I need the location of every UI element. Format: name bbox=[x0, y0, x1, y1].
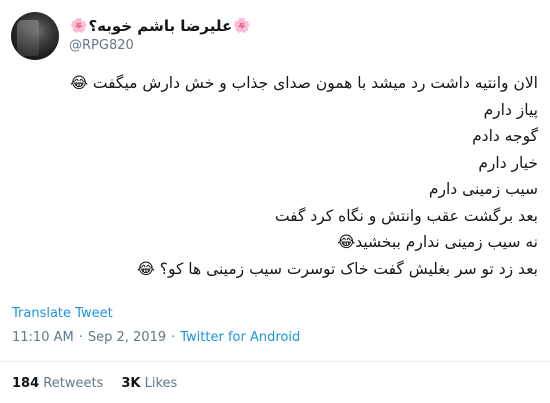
flower-icon: 🌸 bbox=[233, 18, 251, 34]
retweets-label: Retweets bbox=[43, 376, 104, 391]
tweet-header: 🌸 علیرضا باشم خوبه؟ 🌸 @RPG820 bbox=[11, 10, 541, 62]
tweet-meta: 11:10 AM · Sep 2, 2019 · Twitter for And… bbox=[12, 330, 300, 345]
tweet-line: نه سیب زمینی ندارم ببخشید😂 bbox=[337, 233, 538, 251]
display-name[interactable]: علیرضا باشم خوبه؟ bbox=[88, 17, 232, 36]
user-handle[interactable]: @RPG820 bbox=[69, 37, 252, 55]
tweet-line: بعد زد تو سر بغلیش گفت خاک توسرت سیب زمی… bbox=[136, 259, 538, 278]
likes-label: Likes bbox=[144, 376, 178, 391]
tweet-line: سیب زمینی دارم bbox=[428, 180, 538, 198]
avatar[interactable] bbox=[11, 12, 59, 60]
user-info: 🌸 علیرضا باشم خوبه؟ 🌸 @RPG820 bbox=[69, 17, 252, 55]
likes-count: 3K bbox=[121, 376, 141, 391]
tweet-line: الان وانتیه داشت رد میشد با همون صدای جذ… bbox=[69, 74, 538, 92]
tweet-stats: 184 Retweets 3K Likes bbox=[12, 376, 177, 391]
tweet-line: بعد برگشت عقب وانتش و نگاه کرد گفت bbox=[274, 206, 538, 225]
divider bbox=[0, 361, 550, 362]
flower-icon: 🌸 bbox=[70, 18, 88, 34]
tweet-line: گوجه دادم bbox=[472, 127, 538, 145]
display-name-row[interactable]: 🌸 علیرضا باشم خوبه؟ 🌸 bbox=[69, 17, 252, 36]
tweet-source-link[interactable]: Twitter for Android bbox=[180, 330, 300, 345]
tweet-date[interactable]: Sep 2, 2019 bbox=[88, 330, 166, 345]
meta-separator: · bbox=[171, 330, 176, 345]
likes-stat[interactable]: 3K Likes bbox=[121, 376, 177, 391]
tweet-line: پیاز دارم bbox=[483, 100, 538, 119]
retweets-stat[interactable]: 184 Retweets bbox=[12, 376, 103, 391]
tweet-time[interactable]: 11:10 AM bbox=[12, 330, 74, 345]
translate-tweet-link[interactable]: Translate Tweet bbox=[12, 306, 113, 321]
retweets-count: 184 bbox=[12, 376, 40, 391]
meta-separator: · bbox=[78, 330, 83, 345]
tweet-line: خیار دارم bbox=[478, 153, 538, 172]
tweet-text: الان وانتیه داشت رد میشد با همون صدای جذ… bbox=[12, 70, 538, 282]
